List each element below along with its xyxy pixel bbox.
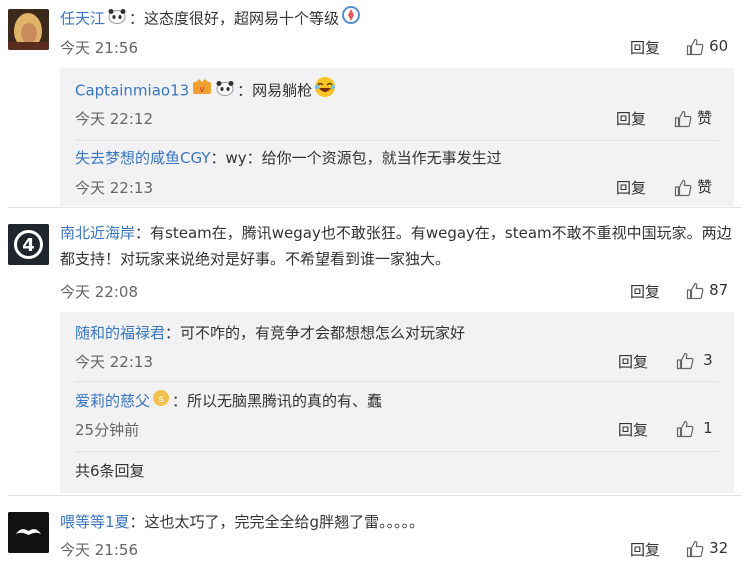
reply-button[interactable]: 回复 [616, 108, 646, 129]
like-button[interactable]: 32 [686, 538, 728, 558]
reply-text: ：所以无脑黑腾讯的真的有、蠢 [172, 392, 383, 410]
mustache-avatar-icon [8, 512, 49, 553]
comment-time: 今天 21:56 [60, 541, 138, 559]
reply-item: Captainmiao13 v ：网易躺枪 [75, 76, 336, 106]
divider [8, 495, 742, 496]
like-count: 32 [709, 539, 729, 557]
username-link[interactable]: 失去梦想的咸鱼CGY [75, 149, 211, 167]
comment-body: 喂等等1夏：这也太巧了，完完全全给g胖翘了雷。。。。。 [60, 509, 424, 535]
fan-badge-icon: s [152, 389, 170, 415]
like-button[interactable]: 赞 [674, 176, 712, 197]
avatar[interactable]: 4 [8, 224, 49, 265]
like-count: 87 [709, 281, 729, 299]
reply-button[interactable]: 回复 [630, 539, 660, 560]
thumbs-up-icon [686, 540, 704, 558]
like-button[interactable]: 60 [686, 36, 728, 56]
username-link[interactable]: 喂等等1夏 [60, 513, 130, 531]
reply-item: 失去梦想的咸鱼CGY：wy：给你一个资源包，就当作无事发生过 [75, 145, 502, 171]
username-link[interactable]: 爱莉的慈父 [75, 392, 150, 410]
thumbs-up-icon [674, 179, 692, 197]
avatar[interactable] [8, 9, 49, 50]
comment-time: 今天 22:08 [60, 283, 138, 301]
blonde-avatar-icon [8, 9, 49, 50]
reply-button[interactable]: 回复 [616, 177, 646, 198]
divider [75, 381, 719, 382]
comment-time: 今天 21:56 [60, 39, 138, 57]
like-button[interactable]: 1 [676, 418, 713, 438]
reply-item: 随和的福禄君：可不咋的，有竞争才会都想想怎么对玩家好 [75, 320, 465, 346]
divider [8, 207, 742, 208]
username-link[interactable]: 任天江 [60, 10, 105, 28]
level-badge-icon [341, 5, 361, 33]
comment-body: 南北近海岸：有steam在，腾讯wegay也不敢张狂。有wegay在，steam… [60, 220, 740, 272]
reply-list: Captainmiao13 v ：网易躺枪 今天 22:12 回复 赞 失去梦想… [60, 68, 734, 206]
like-label: 赞 [697, 178, 713, 196]
thumbs-up-icon [676, 420, 694, 438]
thumbs-up-icon [674, 110, 692, 128]
svg-text:s: s [158, 394, 163, 405]
reply-text: ：wy：给你一个资源包，就当作无事发生过 [210, 149, 502, 167]
reply-time: 今天 22:12 [75, 110, 153, 128]
like-label: 赞 [697, 109, 713, 127]
panda-badge-icon [215, 78, 235, 104]
reply-button[interactable]: 回复 [618, 419, 648, 440]
panda-badge-icon [107, 6, 127, 32]
avatar[interactable] [8, 512, 49, 553]
like-count: 3 [703, 351, 713, 369]
reply-button[interactable]: 回复 [630, 37, 660, 58]
reply-time: 25分钟前 [75, 421, 140, 439]
username-link[interactable]: 随和的福禄君 [75, 324, 165, 342]
reply-time: 今天 22:13 [75, 179, 153, 197]
username-link[interactable]: Captainmiao13 [75, 82, 189, 100]
comment-text: ：这态度很好，超网易十个等级 [129, 9, 340, 28]
svg-text:v: v [200, 85, 206, 95]
reply-list: 随和的福禄君：可不咋的，有竞争才会都想想怎么对玩家好 今天 22:13 回复 3… [60, 312, 734, 493]
reply-item: 爱莉的慈父 s ：所以无脑黑腾讯的真的有、蠢 [75, 388, 382, 415]
divider [75, 451, 719, 452]
thumbs-up-icon [676, 352, 694, 370]
reply-button[interactable]: 回复 [618, 351, 648, 372]
like-count: 1 [703, 419, 713, 437]
reply-time: 今天 22:13 [75, 353, 153, 371]
like-count: 60 [709, 37, 729, 55]
reply-text: ：可不咋的，有竞争才会都想想怎么对玩家好 [165, 324, 466, 342]
thumbs-up-icon [686, 38, 704, 56]
number-4-avatar-icon: 4 [8, 224, 49, 265]
comment-text: ：这也太巧了，完完全全给g胖翘了雷。。。。。 [129, 513, 425, 531]
comment-text: 都支持！对玩家来说绝对是好事。不希望看到谁一家独大。 [60, 250, 451, 268]
comment-body: 任天江 ：这态度很好，超网易十个等级 [60, 5, 361, 33]
reply-button[interactable]: 回复 [630, 281, 660, 302]
like-button[interactable]: 87 [686, 280, 728, 300]
svg-text:4: 4 [22, 235, 35, 256]
reply-text: ：网易躺枪 [237, 81, 313, 100]
divider [75, 140, 719, 141]
comment-text: ：有steam在，腾讯wegay也不敢张狂。有wegay在，steam不敢不重视… [135, 224, 732, 242]
thumbs-up-icon [686, 282, 704, 300]
laughing-emoji-icon [314, 76, 336, 106]
like-button[interactable]: 3 [676, 350, 713, 370]
vip-badge-icon: v [191, 78, 213, 104]
username-link[interactable]: 南北近海岸 [60, 224, 135, 242]
more-replies-link[interactable]: 共6条回复 [75, 458, 145, 484]
like-button[interactable]: 赞 [674, 107, 712, 128]
